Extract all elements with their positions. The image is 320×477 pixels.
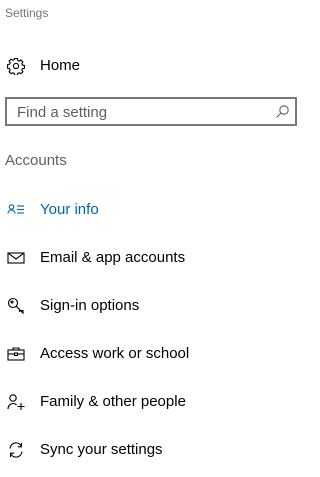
search-input[interactable] [17, 103, 267, 121]
search-box[interactable] [5, 97, 297, 126]
section-heading-accounts: Accounts [5, 152, 67, 169]
search-icon[interactable] [275, 104, 290, 119]
home-label: Home [40, 57, 81, 74]
contact-card-icon [7, 201, 25, 219]
home-nav-item[interactable]: Home [0, 50, 314, 82]
nav-item-sign-in-options[interactable]: Sign-in options [0, 289, 314, 323]
nav-item-label: Access work or school [40, 345, 190, 362]
nav-item-email-app-accounts[interactable]: Email & app accounts [0, 241, 314, 275]
mail-icon [7, 249, 25, 267]
gear-icon [7, 57, 25, 75]
nav-item-label: Sync your settings [40, 441, 163, 458]
window-title: Settings [5, 6, 49, 20]
nav-item-label: Email & app accounts [40, 249, 186, 266]
nav-item-label: Family & other people [40, 393, 186, 410]
key-icon [7, 297, 25, 315]
nav-item-label: Sign-in options [40, 297, 140, 314]
nav-item-access-work-or-school[interactable]: Access work or school [0, 337, 314, 371]
sync-icon [7, 441, 25, 459]
nav-item-sync-your-settings[interactable]: Sync your settings [0, 433, 314, 467]
nav-item-label: Your info [40, 201, 99, 218]
briefcase-icon [7, 345, 25, 363]
add-person-icon [7, 393, 25, 411]
nav-item-family-other-people[interactable]: Family & other people [0, 385, 314, 419]
nav-item-your-info[interactable]: Your info [0, 193, 314, 227]
